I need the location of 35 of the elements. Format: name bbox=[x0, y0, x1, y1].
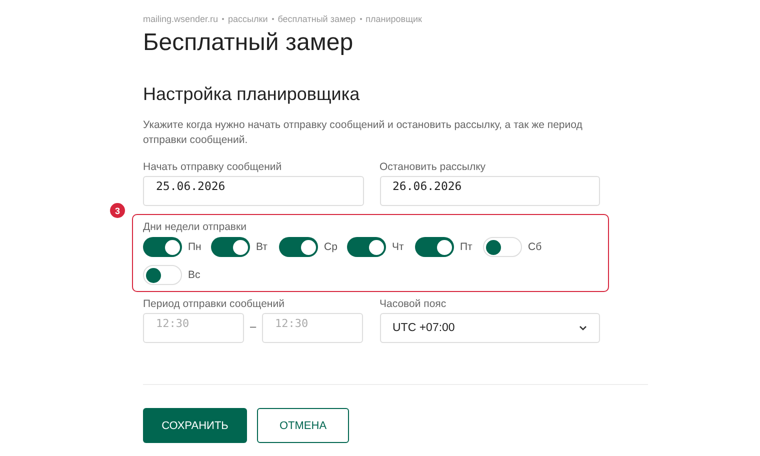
toggle-label: Пт bbox=[460, 241, 472, 253]
toggle-label: Чт bbox=[392, 241, 404, 253]
field-label: Начать отправку сообщений bbox=[143, 160, 283, 174]
separator-dot-icon bbox=[360, 18, 362, 20]
action-button[interactable]: СОХРАНИТЬ bbox=[143, 408, 247, 443]
toggle-label: Вс bbox=[188, 269, 200, 281]
page-title: Бесплатный замер bbox=[143, 28, 354, 58]
action-button[interactable]: ОТМЕНА bbox=[257, 408, 349, 443]
toggle-switch[interactable] bbox=[211, 237, 250, 257]
time-field[interactable]: 12:30 bbox=[143, 313, 244, 343]
separator-dot-icon bbox=[222, 18, 224, 20]
toggle-label: Ср bbox=[324, 241, 338, 253]
field-label: Часовой пояс bbox=[380, 297, 448, 311]
toggle-switch[interactable] bbox=[347, 237, 386, 257]
toggle-switch[interactable] bbox=[415, 237, 454, 257]
timezone-select[interactable]: UTC +07:00 bbox=[380, 313, 600, 343]
chevron-down-icon bbox=[579, 325, 587, 331]
section-title: Настройка планировщика bbox=[143, 83, 361, 106]
time-field[interactable]: 12:30 bbox=[262, 313, 363, 343]
description: Укажите когда нужно начать отправку сообщений и остановить рассылку, а так же период отправки сообщений. bbox=[143, 118, 584, 148]
toggle-switch[interactable] bbox=[483, 237, 522, 257]
range-dash: – bbox=[248, 321, 258, 333]
toggle-label: Пн bbox=[188, 241, 202, 253]
toggle-switch[interactable] bbox=[143, 237, 182, 257]
toggle-switch[interactable] bbox=[143, 265, 182, 285]
date-field[interactable]: 25.06.2026 bbox=[143, 176, 364, 206]
toggle-label: Вт bbox=[256, 241, 268, 253]
toggle-label: Сб bbox=[528, 241, 542, 253]
field-label: Дни недели отправки bbox=[143, 220, 248, 234]
toggle-switch[interactable] bbox=[279, 237, 318, 257]
field-label: Период отправки сообщений bbox=[143, 297, 286, 311]
date-field[interactable]: 26.06.2026 bbox=[380, 176, 600, 206]
field-label: Остановить рассылку bbox=[380, 160, 487, 174]
separator-dot-icon bbox=[272, 18, 274, 20]
step-badge: 3 bbox=[110, 203, 125, 218]
